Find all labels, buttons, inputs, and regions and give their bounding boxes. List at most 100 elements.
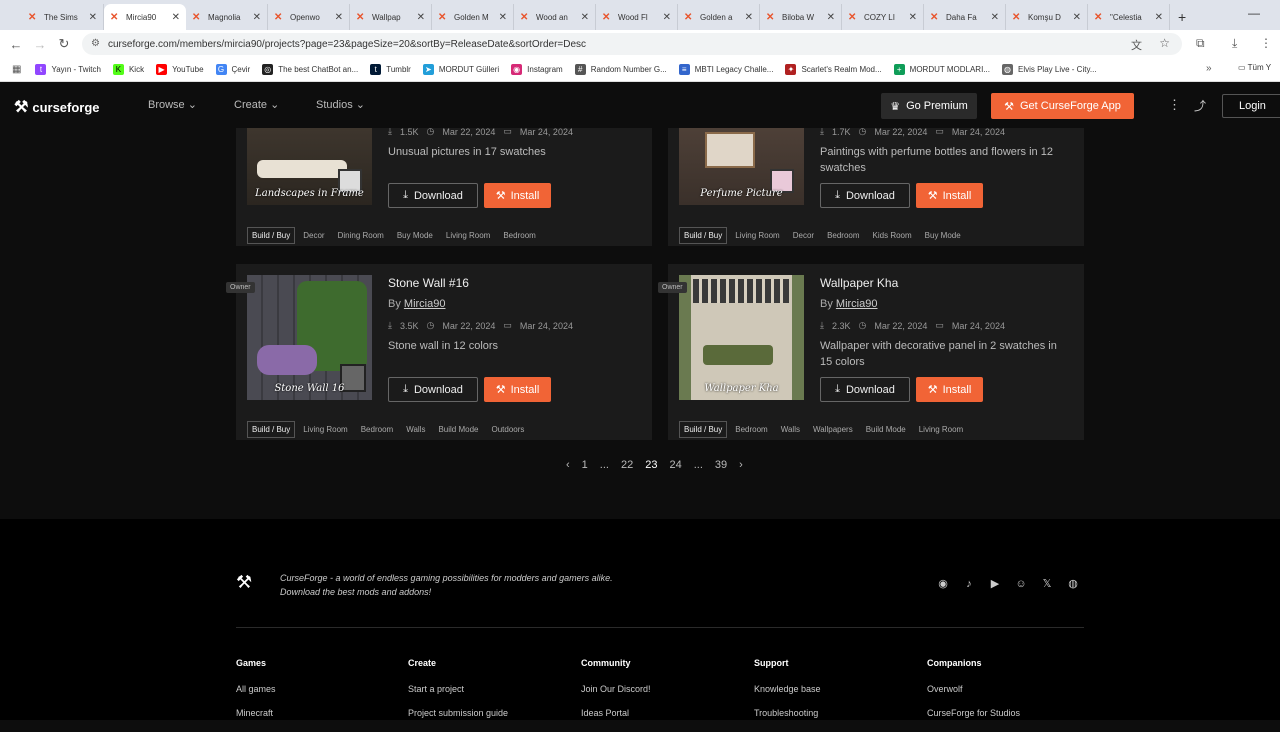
reload-icon[interactable]: ↻ bbox=[52, 36, 76, 52]
more-options-icon[interactable]: ⋮ bbox=[1168, 97, 1181, 113]
bookmark[interactable]: ➤ MORDUT Gülleri bbox=[422, 64, 499, 75]
close-tab-icon[interactable]: ✕ bbox=[253, 12, 261, 23]
bookmark-star-icon[interactable]: ☆ bbox=[1159, 36, 1170, 50]
browser-tab[interactable]: ✕ Wood an ✕ bbox=[514, 4, 596, 30]
youtube-icon[interactable]: ▶ bbox=[988, 577, 1002, 591]
nav-studios[interactable]: Studios ⌄ bbox=[316, 98, 365, 111]
page-link[interactable]: 1 bbox=[582, 459, 588, 471]
close-tab-icon[interactable]: ✕ bbox=[89, 12, 97, 23]
bookmark[interactable]: ◉ Instagram bbox=[511, 64, 563, 75]
tag[interactable]: Bedroom bbox=[361, 425, 393, 434]
tag[interactable]: Walls bbox=[406, 425, 425, 434]
tag[interactable]: Bedroom bbox=[827, 231, 859, 240]
project-thumbnail[interactable]: Wallpaper Kha bbox=[679, 275, 804, 400]
close-tab-icon[interactable]: ✕ bbox=[1155, 12, 1163, 23]
download-button[interactable]: ⤓ Download bbox=[820, 377, 910, 402]
project-title[interactable]: Stone Wall #16 bbox=[388, 276, 469, 290]
bookmark[interactable]: + MORDUT MODLARI... bbox=[893, 64, 990, 75]
page-link[interactable]: 24 bbox=[669, 459, 681, 471]
download-button[interactable]: ⤓ Download bbox=[388, 183, 478, 208]
x-icon[interactable]: 𝕏 bbox=[1040, 577, 1054, 591]
tag[interactable]: Build Mode bbox=[438, 425, 478, 434]
bookmark[interactable]: # Random Number G... bbox=[574, 64, 667, 75]
tag[interactable]: Living Room bbox=[735, 231, 779, 240]
bookmark[interactable]: ◎ The best ChatBot an... bbox=[262, 64, 358, 75]
login-button[interactable]: Login bbox=[1222, 94, 1280, 118]
anvil-icon[interactable]: ⚒ bbox=[236, 572, 252, 593]
close-tab-icon[interactable]: ✕ bbox=[581, 12, 589, 23]
instagram-icon[interactable]: ◉ bbox=[936, 577, 950, 591]
project-title[interactable]: Wallpaper Kha bbox=[820, 276, 898, 290]
tag[interactable]: Living Room bbox=[919, 425, 963, 434]
tag[interactable]: Bedroom bbox=[735, 425, 767, 434]
author-link[interactable]: Mircia90 bbox=[836, 298, 878, 310]
footer-link[interactable]: Knowledge base bbox=[754, 684, 821, 694]
close-tab-icon[interactable]: ✕ bbox=[909, 12, 917, 23]
current-page[interactable]: 23 bbox=[645, 459, 657, 471]
apps-icon[interactable]: ▦ bbox=[12, 64, 21, 75]
footer-link[interactable]: All games bbox=[236, 684, 276, 694]
discord-icon[interactable]: ☺ bbox=[1014, 577, 1028, 591]
footer-link[interactable]: Project submission guide bbox=[408, 708, 508, 718]
close-tab-icon[interactable]: ✕ bbox=[172, 12, 180, 23]
tag[interactable]: Buy Mode bbox=[925, 231, 961, 240]
close-tab-icon[interactable]: ✕ bbox=[417, 12, 425, 23]
footer-link[interactable]: Minecraft bbox=[236, 708, 276, 718]
reddit-icon[interactable]: ◍ bbox=[1066, 577, 1080, 591]
tag[interactable]: Buy Mode bbox=[397, 231, 433, 240]
curseforge-logo[interactable]: ⚒ curseforge bbox=[14, 97, 100, 117]
category-tag[interactable]: Build / Buy bbox=[679, 421, 728, 438]
browser-tab[interactable]: ✕ The Sims ✕ bbox=[22, 4, 104, 30]
close-tab-icon[interactable]: ✕ bbox=[827, 12, 835, 23]
category-tag[interactable]: Build / Buy bbox=[247, 421, 296, 438]
author-link[interactable]: Mircia90 bbox=[404, 298, 446, 310]
install-button[interactable]: ⚒ Install bbox=[916, 183, 983, 208]
share-icon[interactable]: ⤴ bbox=[1194, 97, 1206, 114]
browser-tab[interactable]: ✕ Golden M ✕ bbox=[432, 4, 514, 30]
close-tab-icon[interactable]: ✕ bbox=[663, 12, 671, 23]
page-link[interactable]: 22 bbox=[621, 459, 633, 471]
page-link[interactable]: 39 bbox=[715, 459, 727, 471]
tag[interactable]: Decor bbox=[793, 231, 814, 240]
close-tab-icon[interactable]: ✕ bbox=[499, 12, 507, 23]
get-app-button[interactable]: ⚒ Get CurseForge App bbox=[991, 93, 1134, 119]
footer-link[interactable]: Ideas Portal bbox=[581, 708, 651, 718]
download-button[interactable]: ⤓ Download bbox=[388, 377, 478, 402]
bookmark[interactable]: t Yayın - Twitch bbox=[35, 64, 101, 75]
install-button[interactable]: ⚒ Install bbox=[484, 183, 551, 208]
close-tab-icon[interactable]: ✕ bbox=[745, 12, 753, 23]
bookmark[interactable]: ≡ MBTI Legacy Challe... bbox=[678, 64, 773, 75]
browser-tab[interactable]: ✕ Daha Fa ✕ bbox=[924, 4, 1006, 30]
next-page-icon[interactable]: › bbox=[739, 459, 743, 471]
nav-browse[interactable]: Browse ⌄ bbox=[148, 98, 197, 111]
footer-link[interactable]: Join Our Discord! bbox=[581, 684, 651, 694]
bookmark[interactable]: G Çevir bbox=[215, 64, 250, 75]
browser-tab-active[interactable]: ✕ Mircia90 ✕ bbox=[104, 4, 186, 30]
browser-tab[interactable]: ✕ Golden a ✕ bbox=[678, 4, 760, 30]
project-thumbnail[interactable]: Perfume Picture bbox=[679, 128, 804, 205]
prev-page-icon[interactable]: ‹ bbox=[566, 459, 570, 471]
tag[interactable]: Kids Room bbox=[873, 231, 912, 240]
tag[interactable]: Walls bbox=[781, 425, 800, 434]
footer-link[interactable]: Overwolf bbox=[927, 684, 1020, 694]
close-tab-icon[interactable]: ✕ bbox=[991, 12, 999, 23]
tag[interactable]: Living Room bbox=[303, 425, 347, 434]
bookmark[interactable]: t Tumblr bbox=[370, 64, 411, 75]
minimize-icon[interactable]: — bbox=[1248, 6, 1260, 20]
tag[interactable]: Outdoors bbox=[491, 425, 524, 434]
browser-tab[interactable]: ✕ Magnolia ✕ bbox=[186, 4, 268, 30]
browser-tab[interactable]: ✕ Komşu D ✕ bbox=[1006, 4, 1088, 30]
forward-icon[interactable]: → bbox=[28, 37, 52, 52]
install-button[interactable]: ⚒ Install bbox=[916, 377, 983, 402]
browser-tab[interactable]: ✕ Biloba W ✕ bbox=[760, 4, 842, 30]
footer-link[interactable]: CurseForge for Studios bbox=[927, 708, 1020, 718]
tag[interactable]: Wallpapers bbox=[813, 425, 853, 434]
tag[interactable]: Dining Room bbox=[338, 231, 384, 240]
all-bookmarks[interactable]: ▭ Tüm Y bbox=[1238, 63, 1271, 72]
bookmark[interactable]: K Kick bbox=[112, 64, 144, 75]
download-button[interactable]: ⤓ Download bbox=[820, 183, 910, 208]
close-tab-icon[interactable]: ✕ bbox=[335, 12, 343, 23]
category-tag[interactable]: Build / Buy bbox=[247, 227, 296, 244]
extensions-icon[interactable]: ⧉ bbox=[1196, 36, 1205, 51]
translate-icon[interactable]: 文 bbox=[1131, 37, 1142, 53]
